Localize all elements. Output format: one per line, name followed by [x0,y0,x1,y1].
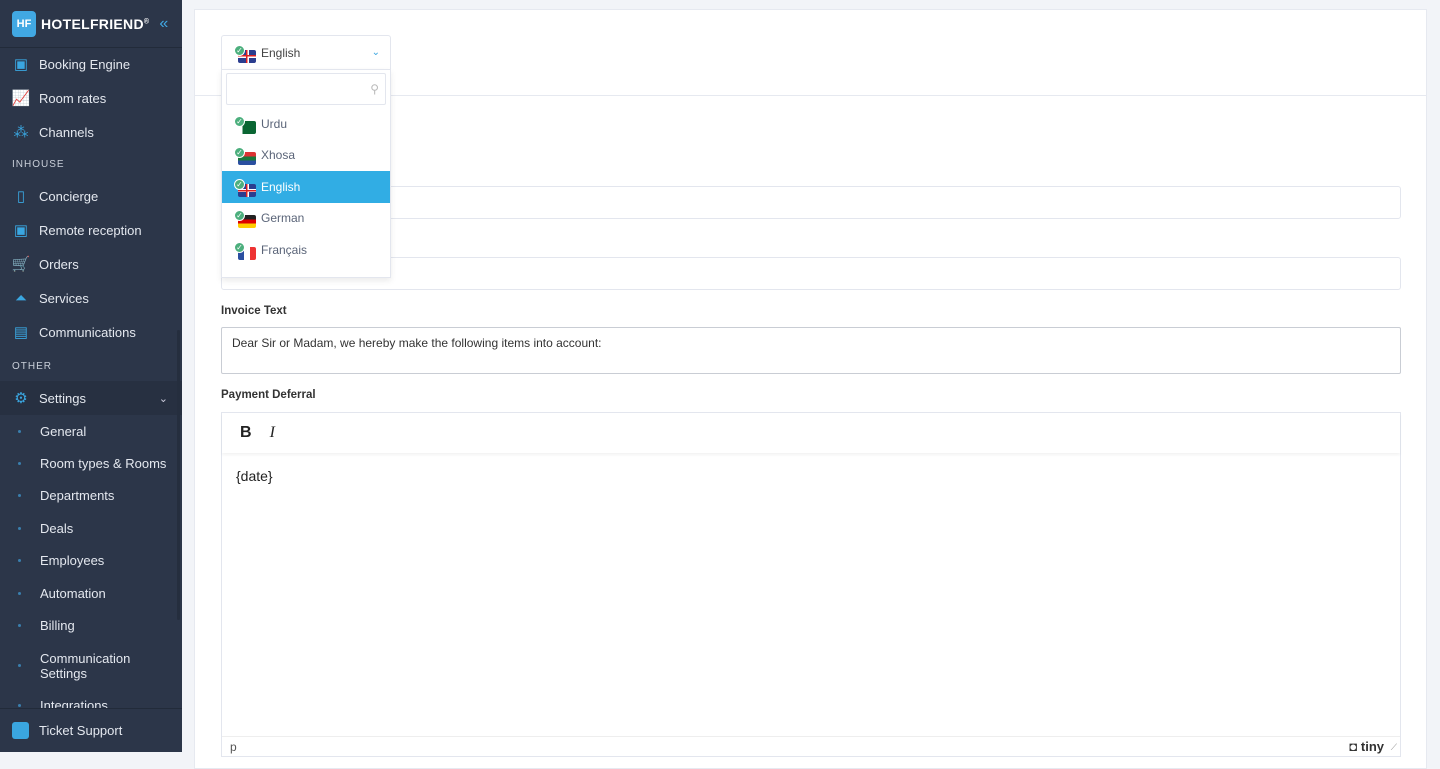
section-inhouse: INHOUSE [12,158,65,170]
payment-deferral-label: Payment Deferral [221,389,316,401]
bell-icon: ⏶ [14,289,27,307]
hotelfriend-logo-icon: HF [12,10,36,37]
sidebar-subitem-general[interactable]: General [0,415,182,447]
sidebar-item-communications[interactable]: ▤ Communications [0,315,182,349]
element-path[interactable]: p [230,740,237,754]
search-icon: ⚲ [370,82,379,96]
chevron-down-icon: ⌄ [158,392,168,405]
sidebar-item-booking-engine[interactable]: ▣ Booking Engine [0,47,182,81]
sidebar-subitem-employees[interactable]: Employees [0,545,182,577]
sidebar-item-concierge[interactable]: ▯ Concierge [0,179,182,213]
sidebar-scrollbar[interactable] [177,330,180,620]
language-option-urdu[interactable]: ✓ Urdu [222,108,390,140]
language-option-german[interactable]: ✓ German [222,203,390,235]
chart-icon: 📈 [11,90,31,107]
ticket-support-button[interactable]: Ticket Support [0,708,182,752]
language-search-input[interactable]: ⚲ [226,73,386,105]
bold-button[interactable]: B [240,424,252,442]
editor-toolbar: B I [222,413,1400,453]
invoice-text-label: Invoice Text [221,305,287,317]
sidebar-item-room-rates[interactable]: 📈 Room rates [0,81,182,115]
language-option-english[interactable]: ✓ English [222,171,390,203]
booking-engine-icon: ▣ [13,56,29,73]
mobile-icon: ▯ [16,188,26,205]
editor-statusbar: p ◘ tiny ⟋ [222,736,1400,756]
chat-icon: ▤ [13,324,29,341]
collapse-sidebar-icon[interactable]: « [159,15,168,33]
editor-content[interactable]: {date} [222,453,1400,499]
language-select[interactable]: ✓ English ⌄ [221,35,391,69]
invoice-text-input[interactable]: Dear Sir or Madam, we hereby make the fo… [221,327,1401,374]
logo[interactable]: HF HOTELFRIEND® « [0,0,182,48]
hidden-field-2[interactable] [221,257,1401,290]
chevron-down-icon: ⌄ [371,47,380,58]
network-icon: ⁂ [13,124,29,141]
support-chat-icon [12,722,29,739]
language-dropdown: ⚲ ✓ Urdu ✓ Xhosa ✓ English ✓ German ✓ Françai… [221,69,391,278]
section-other: OTHER [12,360,52,372]
sidebar-item-channels[interactable]: ⁂ Channels [0,115,182,149]
reception-icon: ▣ [13,222,29,239]
sidebar: HF HOTELFRIEND® « ▣ Booking Engine 📈 Room … [0,0,182,752]
brand-name: HOTELFRIEND [41,15,144,32]
check-icon: ✓ [234,115,245,127]
sidebar-subitem-deals[interactable]: Deals [0,512,182,544]
sidebar-item-services[interactable]: ⏶ Services [0,281,182,315]
language-option-francais[interactable]: ✓ Français [222,234,390,266]
sidebar-subitem-automation[interactable]: Automation [0,577,182,609]
check-icon: ✓ [234,241,245,253]
sidebar-subitem-departments[interactable]: Departments [0,480,182,512]
check-icon: ✓ [234,178,245,190]
sidebar-item-remote-reception[interactable]: ▣ Remote reception [0,213,182,247]
check-icon: ✓ [234,44,245,56]
sidebar-item-settings[interactable]: ⚙ Settings ⌄ [0,381,182,415]
sidebar-subitem-billing[interactable]: Billing [0,609,182,641]
resize-handle-icon[interactable]: ⟋ [1391,742,1397,753]
payment-deferral-editor: B I {date} p ◘ tiny ⟋ [221,412,1401,757]
hidden-field-1[interactable] [221,186,1401,219]
sidebar-subitem-room-types[interactable]: Room types & Rooms [0,447,182,479]
italic-button[interactable]: I [270,424,275,442]
cart-icon: 🛒 [11,256,31,273]
language-option-xhosa[interactable]: ✓ Xhosa [222,140,390,172]
gear-icon: ⚙ [14,390,28,407]
sidebar-subitem-communication-settings[interactable]: Communication Settings [0,642,182,690]
sidebar-item-orders[interactable]: 🛒 Orders [0,247,182,281]
